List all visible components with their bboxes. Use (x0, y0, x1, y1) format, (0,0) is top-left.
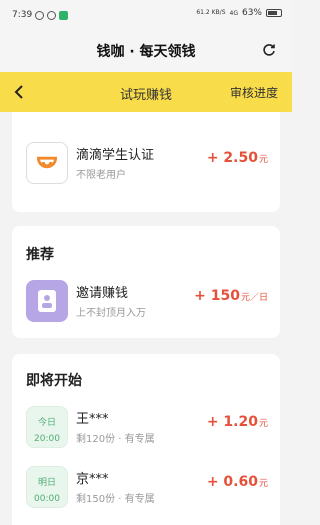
upcoming-amount: + 1.20元 (207, 414, 268, 430)
amount-value: + 0.60 (206, 474, 258, 490)
amount-unit: 元 (258, 155, 268, 165)
wechat-notification-icon (59, 10, 69, 20)
page-title: 钱咖 · 每天领钱 (96, 44, 196, 60)
recommend-card: 推荐 邀请赚钱 上不封顶月入万 + 150元／日 (12, 226, 280, 338)
recommend-title: 推荐 (26, 247, 54, 263)
status-bar: 7:39 61.2 KB/S 4G 63% (0, 0, 292, 28)
battery-percent: 63% (241, 8, 262, 18)
location-icon (47, 10, 57, 20)
tile-time: 00:00 (34, 494, 60, 504)
recommend-name: 邀请赚钱 (76, 286, 129, 301)
upcoming-row[interactable]: 今日 20:00 王*** 剩120份 · 有专属 + 1.20元 (12, 404, 280, 454)
review-progress-link[interactable]: 审核进度 (230, 84, 278, 101)
refresh-icon[interactable] (262, 43, 276, 57)
amount-unit: 元 (258, 419, 268, 429)
signal-indicator: 4G (229, 9, 238, 17)
battery-icon (266, 9, 282, 17)
task-row[interactable]: 滴滴学生认证 不限老用户 + 2.50元 (12, 140, 280, 190)
didi-logo-icon (26, 142, 68, 184)
amount-value: + 150 (194, 288, 240, 304)
time-tile: 明日 00:00 (26, 466, 68, 508)
upcoming-name: 京*** (76, 472, 109, 487)
alarm-icon (35, 10, 45, 20)
task-amount: + 2.50元 (207, 150, 268, 166)
upcoming-amount: + 0.60元 (207, 474, 268, 490)
upcoming-sub: 剩120份 · 有专属 (76, 434, 155, 445)
amount-value: + 2.50 (206, 150, 258, 166)
task-name: 滴滴学生认证 (76, 148, 155, 163)
recommend-amount: + 150元／日 (194, 288, 268, 304)
upcoming-title: 即将开始 (26, 373, 82, 389)
amount-unit: 元／日 (240, 293, 268, 303)
upcoming-card: 即将开始 今日 20:00 王*** 剩120份 · 有专属 + 1.20元 明… (12, 354, 280, 525)
task-sub: 不限老用户 (76, 170, 126, 181)
recommend-row[interactable]: 邀请赚钱 上不封顶月入万 + 150元／日 (12, 278, 280, 328)
title-bar: 钱咖 · 每天领钱 (0, 28, 292, 72)
task-card: 滴滴学生认证 不限老用户 + 2.50元 (12, 112, 280, 212)
tile-time: 20:00 (34, 434, 60, 444)
time-tile: 今日 20:00 (26, 406, 68, 448)
recommend-sub: 上不封顶月入万 (76, 308, 146, 319)
upcoming-name: 王*** (76, 412, 109, 427)
status-time: 7:39 (12, 10, 33, 20)
tab-bar: 试玩赚钱 审核进度 (0, 72, 292, 112)
amount-unit: 元 (258, 479, 268, 489)
tile-day: 明日 (37, 478, 56, 488)
invite-icon (26, 280, 68, 322)
amount-value: + 1.20 (206, 414, 258, 430)
net-speed: 61.2 KB/S (196, 9, 226, 16)
tile-day: 今日 (37, 418, 56, 428)
upcoming-row[interactable]: 明日 00:00 京*** 剩150份 · 有专属 + 0.60元 (12, 464, 280, 514)
upcoming-sub: 剩150份 · 有专属 (76, 494, 155, 505)
